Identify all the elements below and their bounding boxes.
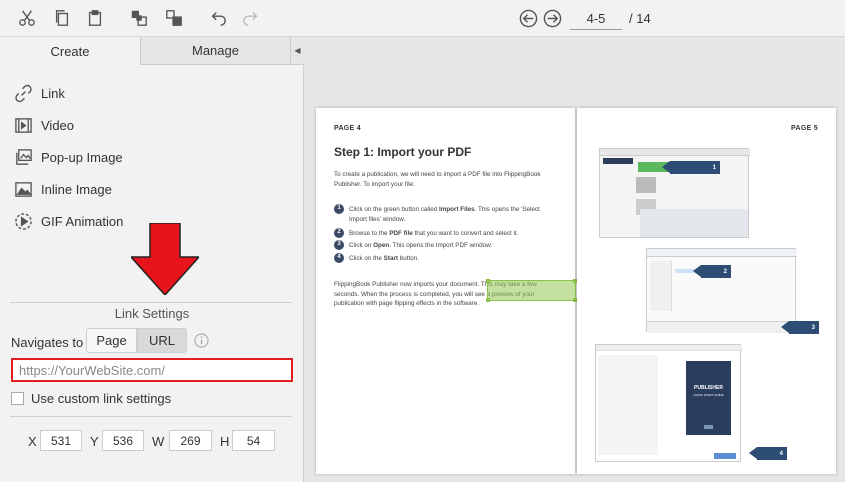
dialog-footer-graphic — [647, 321, 797, 333]
page-total: / 14 — [629, 11, 651, 26]
bring-forward-icon[interactable] — [129, 8, 149, 28]
step-text: Click on the green button called — [349, 206, 439, 213]
step-text: Browse to the — [349, 230, 390, 237]
callout-4: 4 — [749, 447, 787, 460]
x-label: X — [28, 434, 37, 449]
h-input[interactable] — [232, 430, 275, 451]
start-button-graphic — [714, 453, 736, 459]
step-bold: PDF file — [389, 230, 413, 237]
y-input[interactable] — [102, 430, 144, 451]
video-icon — [15, 117, 32, 133]
cut-icon[interactable] — [17, 8, 37, 28]
x-input[interactable] — [40, 430, 82, 451]
step-item: 1 Click on the green button called Impor… — [334, 204, 559, 224]
thumbnail-graphic — [636, 177, 656, 193]
navigate-page-option[interactable]: Page — [86, 328, 137, 353]
folder-tree-graphic — [650, 261, 672, 311]
tool-label: GIF Animation — [41, 213, 124, 229]
step-number: 3 — [334, 240, 344, 250]
link-icon — [15, 84, 32, 102]
callout-3: 3 — [781, 321, 819, 334]
page-number-input[interactable] — [570, 8, 622, 30]
step-number: 1 — [334, 204, 344, 214]
gif-animation-icon — [15, 212, 32, 230]
step-item: 3 Click on Open. This opens the Import P… — [334, 240, 559, 251]
resize-handle[interactable] — [486, 279, 490, 283]
tool-popup-image[interactable]: Pop-up Image — [14, 146, 123, 168]
tool-gif-animation[interactable]: GIF Animation — [14, 210, 123, 232]
panel-tabs: Create Manage ◀ — [0, 37, 304, 65]
page-header: PAGE 5 — [791, 125, 818, 132]
previous-page-icon[interactable] — [519, 9, 538, 28]
w-input[interactable] — [169, 430, 212, 451]
next-page-icon[interactable] — [543, 9, 562, 28]
page-title: Step 1: Import your PDF — [334, 145, 472, 159]
tool-label: Inline Image — [41, 181, 112, 197]
tool-label: Link — [41, 85, 65, 101]
step-text: . This opens the Import PDF window. — [389, 242, 493, 249]
tool-label: Video — [41, 117, 75, 133]
book-subtitle: QUICK START GUIDE — [693, 393, 724, 397]
page-header: PAGE 4 — [334, 125, 361, 132]
step-text: button. — [398, 255, 420, 262]
window-logo — [603, 158, 633, 164]
toolbar: / 14 — [0, 0, 845, 37]
tool-label: Pop-up Image — [41, 149, 123, 165]
window-titlebar — [600, 149, 750, 156]
link-area-selection[interactable] — [486, 279, 577, 302]
navigate-url-option[interactable]: URL — [137, 328, 187, 353]
custom-link-checkbox[interactable] — [11, 392, 24, 405]
copy-icon[interactable] — [52, 8, 72, 28]
y-label: Y — [90, 434, 99, 449]
book-button-graphic — [704, 425, 713, 429]
tab-manage[interactable]: Manage — [140, 37, 290, 65]
step-item: 4 Click on the Start button. — [334, 253, 559, 264]
book-cover-graphic: PUBLISHER QUICK START GUIDE — [686, 361, 731, 435]
step-bold: Import Files — [438, 206, 475, 213]
h-label: H — [220, 434, 230, 449]
tool-inline-image[interactable]: Inline Image — [14, 178, 112, 200]
send-backward-icon[interactable] — [164, 8, 184, 28]
page-intro: To create a publication, we will need to… — [334, 171, 541, 188]
step-text: Click on the — [349, 255, 384, 262]
screenshot-import-pdf: PUBLISHER QUICK START GUIDE — [595, 344, 742, 462]
background-graphic — [640, 209, 748, 237]
window-titlebar — [647, 249, 797, 257]
step-text: Click on — [349, 242, 374, 249]
red-arrow-annotation-icon — [131, 223, 199, 295]
popup-image-icon — [16, 148, 32, 165]
book-title: PUBLISHER — [694, 385, 723, 391]
callout-1: 1 — [662, 161, 720, 174]
resize-handle[interactable] — [486, 298, 490, 302]
step-text: that you want to convert and select it. — [412, 230, 519, 237]
collapse-panel-icon[interactable]: ◀ — [290, 37, 304, 65]
redo-icon — [241, 8, 261, 28]
navigates-to-label: Navigates to — [11, 335, 84, 350]
screenshot-browse-pdf — [646, 248, 797, 333]
step-bold: Open — [373, 242, 390, 249]
callout-2: 2 — [693, 265, 731, 278]
window-titlebar — [596, 345, 742, 351]
page-right[interactable]: PAGE 5 1 2 3 PUBLISHER QUICK START GUIDE… — [577, 108, 836, 474]
divider — [10, 416, 292, 417]
inline-image-icon — [15, 181, 32, 197]
custom-link-settings-row[interactable]: Use custom link settings — [11, 391, 171, 406]
step-item: 2 Browse to the PDF file that you want t… — [334, 228, 559, 239]
url-input[interactable] — [11, 358, 293, 382]
step-bold: Start — [383, 255, 399, 262]
info-icon[interactable] — [194, 333, 209, 348]
custom-link-label: Use custom link settings — [31, 391, 172, 406]
paste-icon[interactable] — [85, 8, 105, 28]
tool-video[interactable]: Video — [14, 114, 74, 136]
divider — [10, 302, 292, 303]
file-list-graphic — [598, 355, 658, 455]
link-settings-title: Link Settings — [114, 306, 190, 321]
undo-icon[interactable] — [208, 8, 228, 28]
tab-create[interactable]: Create — [0, 37, 140, 65]
w-label: W — [152, 434, 165, 449]
step-number: 2 — [334, 228, 344, 238]
step-number: 4 — [334, 253, 344, 263]
tool-link[interactable]: Link — [14, 82, 65, 104]
